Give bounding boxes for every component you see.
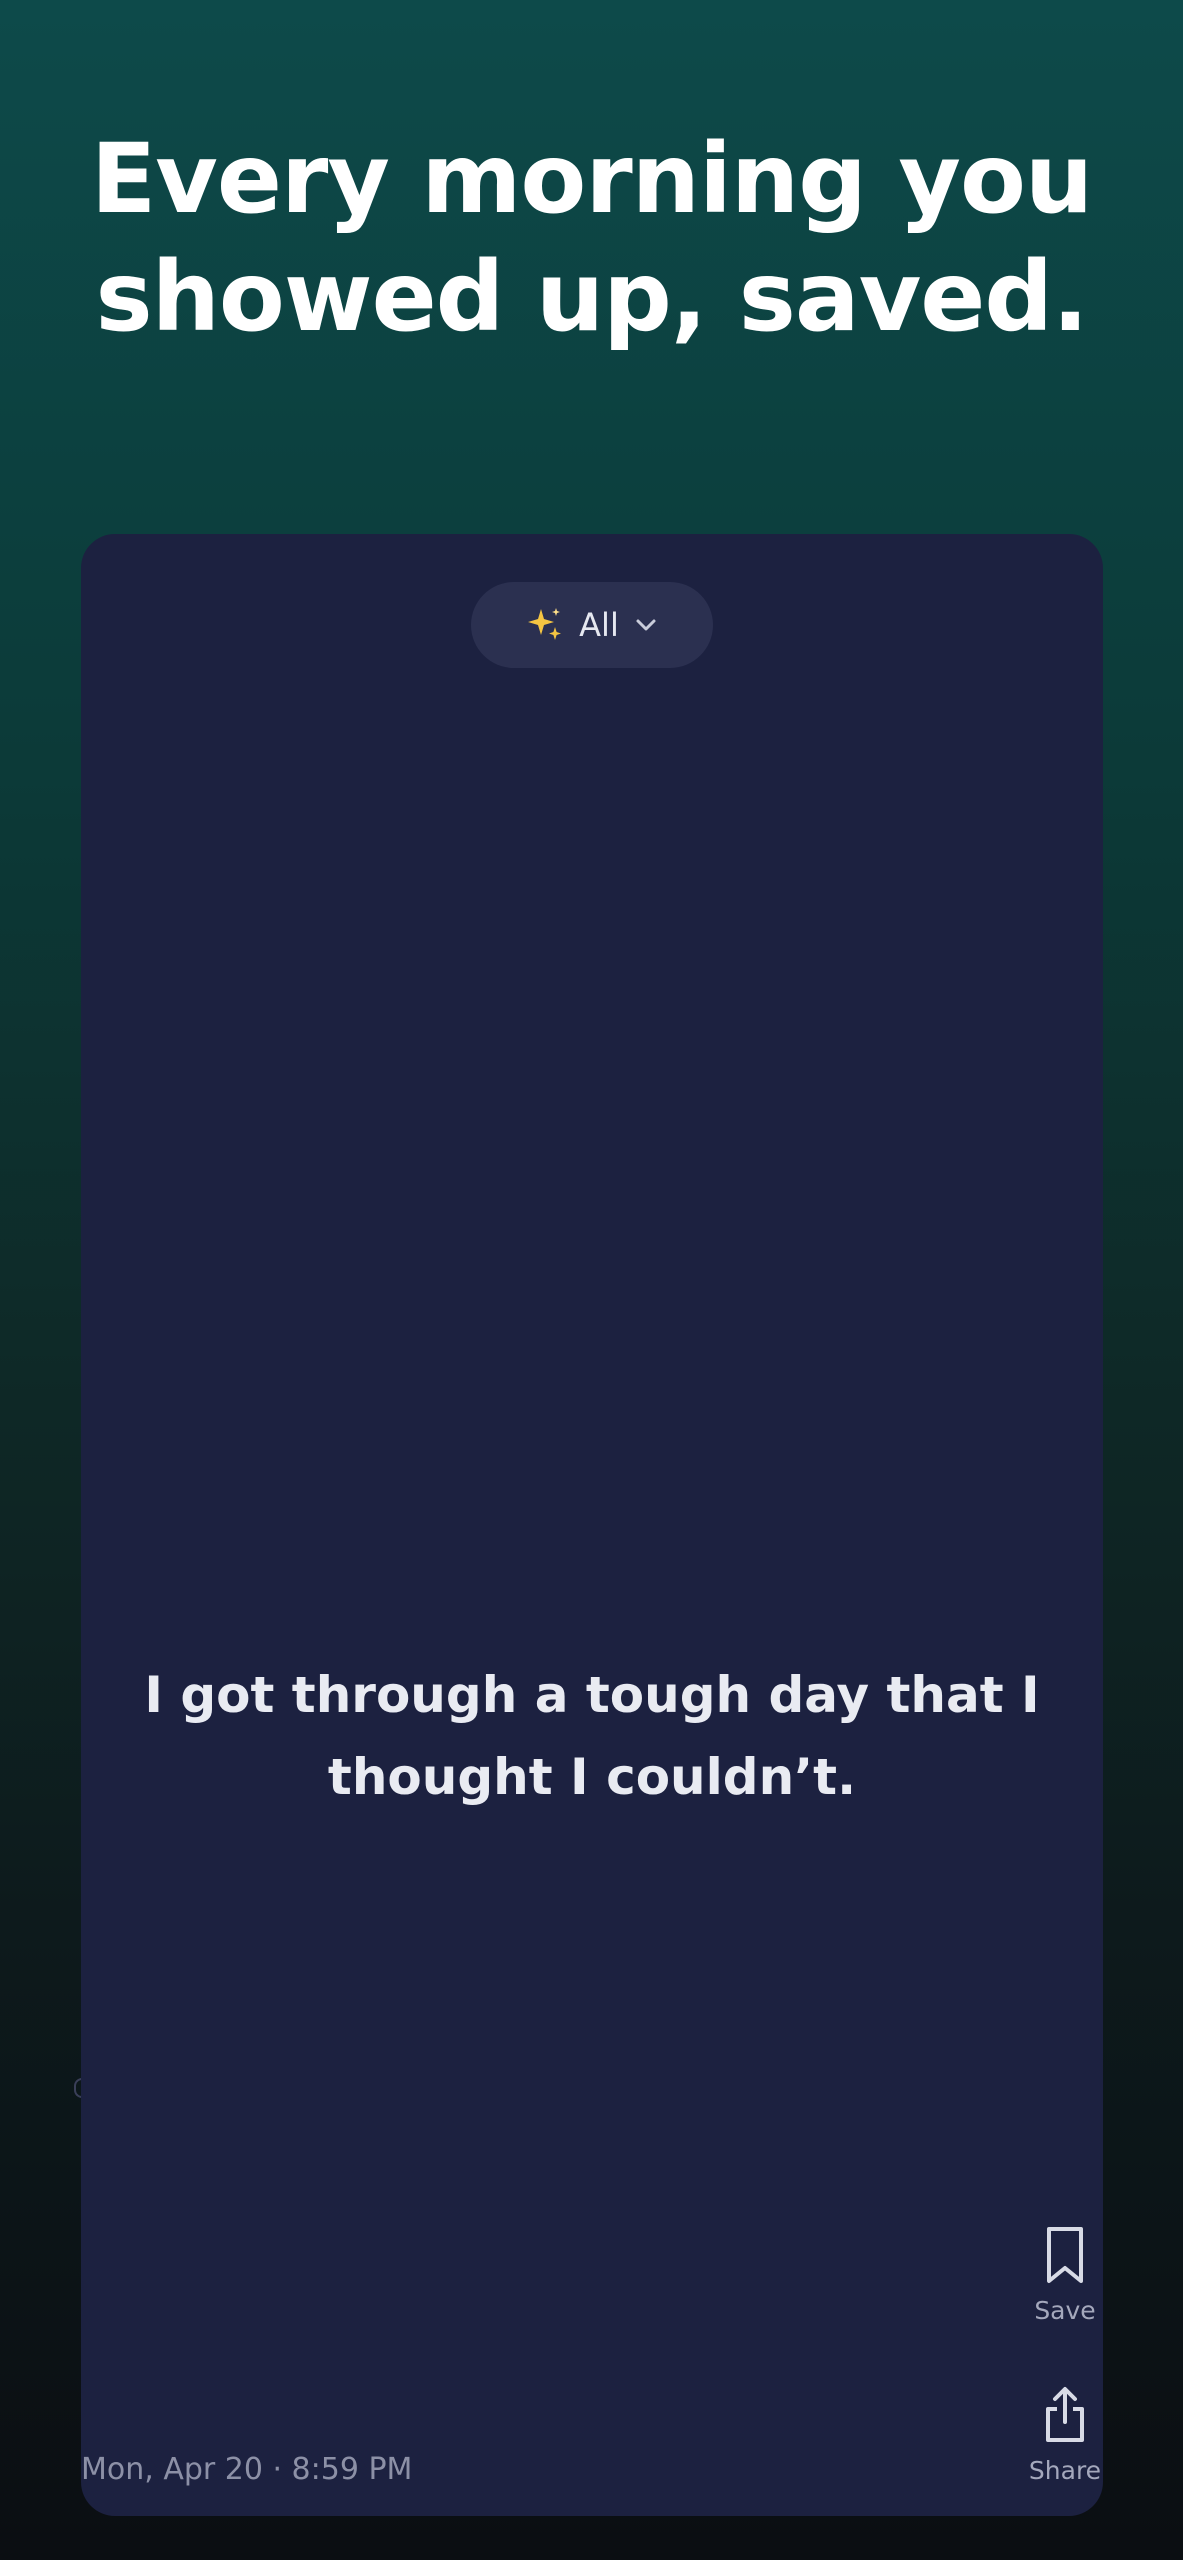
bookmark-icon xyxy=(1047,2227,1083,2283)
share-button[interactable]: Share xyxy=(1015,2384,1103,2485)
filter-label: All xyxy=(579,606,619,644)
save-label: Save xyxy=(1034,2296,1096,2325)
save-button[interactable]: Save xyxy=(1015,2224,1103,2325)
page-headline: Every morning you showed up, saved. xyxy=(0,120,1183,356)
headline-line-2: showed up, saved. xyxy=(95,241,1088,353)
filter-dropdown[interactable]: All xyxy=(471,582,713,668)
entry-timestamp: Mon, Apr 20 · 8:59 PM xyxy=(81,2452,413,2487)
share-icon xyxy=(1046,2387,1084,2442)
entry-card[interactable]: All I got through a tough day that I tho… xyxy=(81,534,1103,2516)
sparkle-icon xyxy=(528,608,562,640)
share-label: Share xyxy=(1028,2456,1102,2485)
headline-line-1: Every morning you xyxy=(90,123,1094,235)
chevron-down-icon xyxy=(636,619,656,631)
entry-text: I got through a tough day that I thought… xyxy=(144,1666,1040,1806)
